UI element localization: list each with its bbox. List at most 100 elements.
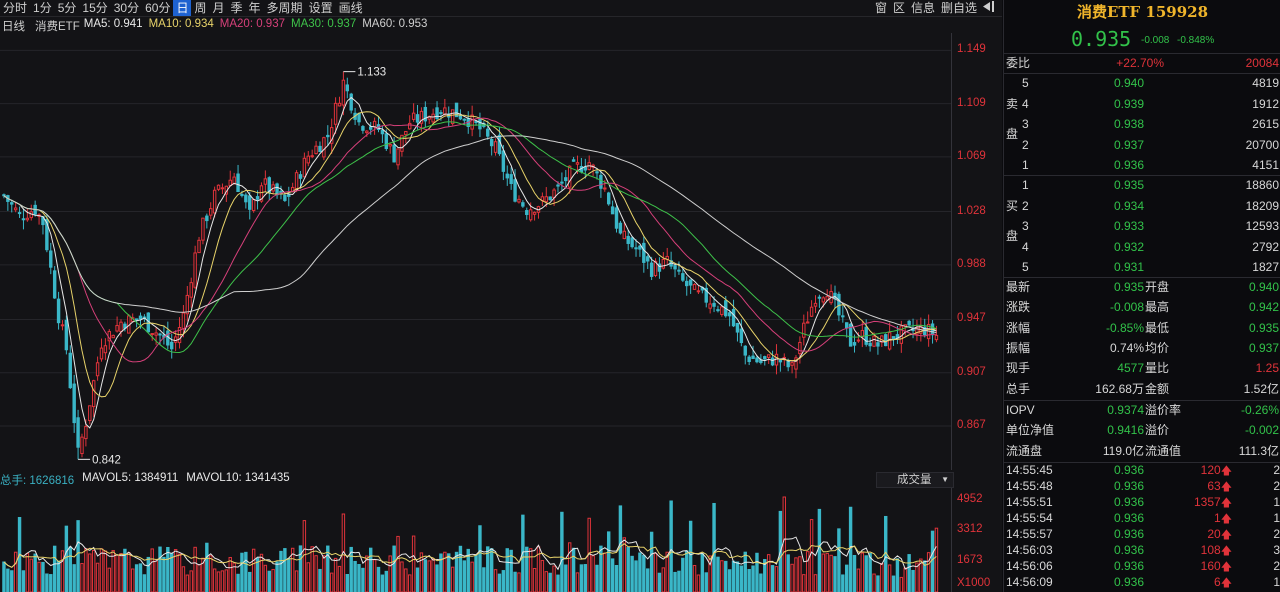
toolbar-button-0[interactable]: 窗 bbox=[872, 0, 890, 16]
sell-level-row[interactable]: 3 0.938 2615 bbox=[1004, 114, 1280, 134]
tick-row: 14:55:48 0.936 63🡅 2 bbox=[1004, 478, 1280, 494]
volume-bar bbox=[915, 562, 919, 592]
buy-level: 2 bbox=[1022, 198, 1029, 213]
candle bbox=[337, 96, 342, 107]
period-tab-8[interactable]: 月 bbox=[210, 0, 228, 16]
candle bbox=[52, 266, 57, 299]
buy-level-row[interactable]: 1 0.935 18860 bbox=[1004, 175, 1280, 195]
sell-level-row[interactable]: 2 0.937 20700 bbox=[1004, 135, 1280, 155]
period-tab-2[interactable]: 5分 bbox=[55, 0, 80, 16]
tick-volume-value: 108 bbox=[1200, 543, 1221, 557]
volume-bar bbox=[197, 563, 201, 592]
period-tab-10[interactable]: 年 bbox=[246, 0, 264, 16]
sell-volume: 4819 bbox=[1252, 76, 1279, 90]
volume-bar bbox=[181, 566, 186, 592]
buy-level-row[interactable]: 2 0.934 18209 bbox=[1004, 196, 1280, 216]
volume-bar bbox=[489, 548, 494, 592]
candle bbox=[876, 336, 880, 355]
ma-legend: 日线 消费ETF MA5: 0.941 MA10: 0.934 MA20: 0.93… bbox=[2, 18, 427, 33]
tick-time: 14:55:54 bbox=[1006, 511, 1053, 525]
volume-bar bbox=[99, 548, 104, 592]
buy-level-row[interactable]: 5 0.931 1827 bbox=[1004, 257, 1280, 277]
period-tab-9[interactable]: 季 bbox=[228, 0, 246, 16]
volume-bar bbox=[880, 562, 884, 592]
volume-bar bbox=[56, 560, 61, 592]
buy-level-row[interactable]: 4 0.932 2792 bbox=[1004, 237, 1280, 257]
sell-level-row[interactable]: 4 0.939 1912 bbox=[1004, 94, 1280, 114]
candlestick-chart[interactable]: 1.133 0.842 bbox=[0, 33, 952, 470]
volume-bar bbox=[310, 546, 314, 592]
volume-bar bbox=[205, 542, 209, 592]
period-tab-12[interactable]: 设置 bbox=[306, 0, 336, 16]
volume-bar bbox=[142, 574, 147, 592]
volume-bar bbox=[177, 553, 182, 592]
stats-row: 振幅 0.74% 均价 0.937 bbox=[1004, 338, 1280, 358]
toolbar-button-3[interactable]: 删自选 bbox=[938, 0, 980, 16]
period-tab-7[interactable]: 周 bbox=[191, 0, 209, 16]
tick-row: 14:55:51 0.936 1357🡅 1 bbox=[1004, 494, 1280, 510]
period-tab-4[interactable]: 30分 bbox=[111, 0, 142, 16]
volume-bar bbox=[603, 552, 607, 592]
iopv-row: IOPV 0.9374 溢价率 -0.26% bbox=[1004, 400, 1280, 420]
period-tab-0[interactable]: 分时 bbox=[0, 0, 30, 16]
period-tab-13[interactable]: 画线 bbox=[336, 0, 366, 16]
candle bbox=[688, 279, 693, 294]
tick-row: 14:55:57 0.936 20🡅 2 bbox=[1004, 526, 1280, 542]
stats-label2: 金额 bbox=[1145, 381, 1170, 396]
period-tab-11[interactable]: 多周期 bbox=[264, 0, 306, 16]
candle bbox=[423, 101, 428, 128]
ma-legend-item-4: MA60: 0.953 bbox=[362, 18, 428, 30]
volume-bar bbox=[404, 568, 408, 592]
volume-bar bbox=[415, 567, 420, 592]
price-axis-tick: 1.109 bbox=[957, 96, 986, 109]
period-tab-3[interactable]: 15分 bbox=[79, 0, 110, 16]
volume-bar bbox=[107, 567, 112, 592]
iopv-label: 单位净值 bbox=[1006, 423, 1055, 438]
sell-level: 1 bbox=[1022, 158, 1029, 172]
volume-bar bbox=[232, 562, 236, 592]
candle bbox=[185, 286, 190, 322]
sell-level-row[interactable]: 1 0.936 4151 bbox=[1004, 155, 1280, 175]
volume-bar bbox=[349, 546, 353, 592]
volume-bar bbox=[794, 557, 798, 592]
volume-bar bbox=[91, 550, 96, 592]
toolbar-button-2[interactable]: 信息 bbox=[908, 0, 938, 16]
volume-axis-tick: 4952 bbox=[957, 493, 983, 506]
volume-bar bbox=[567, 542, 572, 592]
period-tab-6[interactable]: 日 bbox=[173, 0, 192, 16]
collapse-panel-icon[interactable] bbox=[980, 0, 998, 16]
volume-bar bbox=[6, 568, 10, 592]
volume-bar bbox=[606, 531, 611, 592]
price-axis-tick: 0.907 bbox=[957, 365, 986, 378]
volume-bar bbox=[548, 572, 552, 592]
volume-bar bbox=[275, 561, 279, 592]
sell-level-row[interactable]: 5 0.940 4819 bbox=[1004, 73, 1280, 93]
tick-time: 14:55:57 bbox=[1006, 527, 1053, 541]
period-tab-1[interactable]: 1分 bbox=[30, 0, 55, 16]
candle bbox=[314, 140, 318, 155]
toolbar-button-1[interactable]: 区 bbox=[890, 0, 908, 16]
volume-bar bbox=[735, 561, 740, 592]
volume-chart[interactable] bbox=[0, 488, 952, 592]
candle bbox=[794, 355, 798, 379]
stats-value2: 0.935 bbox=[1248, 320, 1279, 335]
volume-bar bbox=[646, 568, 650, 592]
indicator-select[interactable]: 成交量 ▼ bbox=[876, 472, 954, 488]
tick-count: 2 bbox=[1273, 479, 1280, 493]
iopv-label: IOPV bbox=[1006, 403, 1035, 417]
period-tab-5[interactable]: 60分 bbox=[142, 0, 173, 16]
arrow-up-icon: 🡅 bbox=[1220, 545, 1232, 557]
candle bbox=[844, 322, 849, 338]
volume-bar bbox=[673, 571, 677, 592]
volume-bar bbox=[216, 571, 221, 592]
buy-volume: 12593 bbox=[1245, 219, 1279, 233]
volume-bar bbox=[411, 535, 416, 592]
volume-bar bbox=[154, 560, 158, 592]
candle bbox=[443, 98, 447, 116]
candle bbox=[626, 230, 630, 251]
buy-level-row[interactable]: 3 0.933 12593 bbox=[1004, 216, 1280, 236]
volume-bar bbox=[505, 548, 509, 592]
volume-bar bbox=[833, 556, 837, 592]
chart-area[interactable]: 分时 1分 5分 15分 30分 60分日周月季年多周期 设置 画线 窗区信息 删自选 日线 消… bbox=[0, 0, 1002, 592]
candle bbox=[205, 213, 209, 229]
